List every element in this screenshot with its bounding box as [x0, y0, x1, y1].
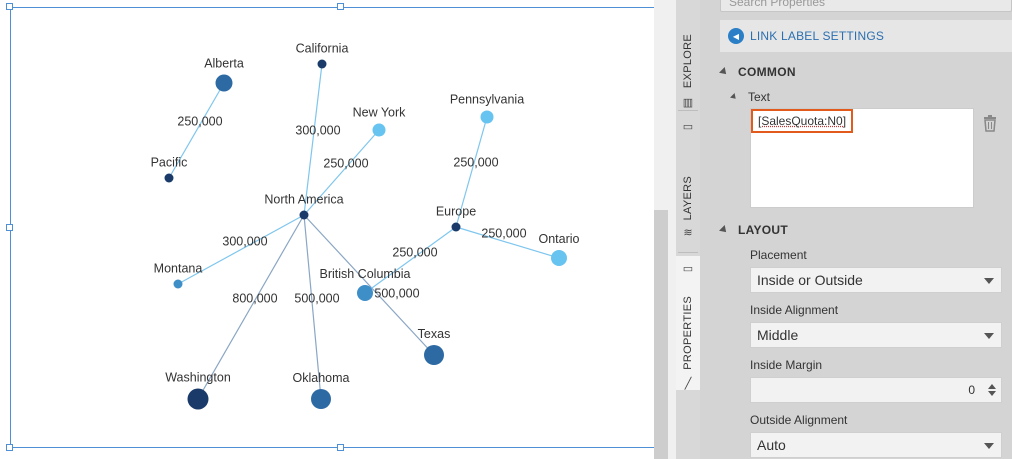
node-europe[interactable]	[451, 222, 461, 232]
link-label[interactable]: 250,000	[453, 155, 498, 169]
link-label[interactable]: 250,000	[177, 114, 222, 128]
node-britishcolumbia[interactable]	[357, 285, 373, 301]
outside-alignment-value: Auto	[757, 437, 786, 453]
node-label-oklahoma: Oklahoma	[293, 371, 350, 385]
node-label-alberta: Alberta	[204, 57, 244, 71]
placement-label: Placement	[750, 248, 807, 262]
node-oklahoma[interactable]	[311, 389, 331, 409]
section-layout-label: LAYOUT	[738, 223, 789, 237]
link-label[interactable]: 250,000	[323, 156, 368, 170]
collapse-triangle-icon	[719, 225, 729, 235]
inside-margin-stepper[interactable]: 0	[750, 377, 1002, 403]
inside-alignment-label: Inside Alignment	[750, 303, 839, 317]
link-line[interactable]	[364, 226, 457, 294]
node-label-california: California	[296, 42, 349, 56]
collapse-triangle-icon	[730, 93, 738, 101]
inside-margin-label: Inside Margin	[750, 358, 823, 372]
outside-alignment-select[interactable]: Auto	[750, 432, 1002, 458]
text-property-label: Text	[748, 90, 771, 104]
node-washington[interactable]	[187, 388, 209, 410]
node-label-europe: Europe	[436, 205, 476, 219]
trash-icon[interactable]	[982, 114, 998, 132]
placement-select[interactable]: Inside or Outside	[750, 267, 1002, 293]
properties-panel: Search Properties ◀ LINK LABEL SETTINGS …	[700, 0, 1012, 459]
tab-properties-label: PROPERTIES	[682, 296, 694, 370]
back-button-label: LINK LABEL SETTINGS	[750, 29, 885, 43]
node-pennsylvania[interactable]	[480, 110, 494, 124]
tab-layers-label: LAYERS	[682, 176, 694, 221]
tab-explore-label: EXPLORE	[682, 34, 694, 89]
network-canvas[interactable]: 250,000 300,000 250,000 300,000 800,000 500,0…	[0, 0, 654, 459]
back-button[interactable]: ◀ LINK LABEL SETTINGS	[720, 20, 1012, 52]
text-group-header[interactable]: Text	[730, 90, 770, 104]
inside-margin-value: 0	[968, 383, 975, 397]
node-label-pennsylvania: Pennsylvania	[450, 93, 524, 107]
node-label-pacific: Pacific	[151, 156, 188, 170]
tab-layers[interactable]: ▭ LAYERS ≋	[676, 116, 700, 250]
link-label[interactable]: 300,000	[222, 234, 267, 248]
tab-properties[interactable]: ▭ PROPERTIES ╱	[676, 256, 700, 390]
node-label-newyork: New York	[353, 106, 407, 120]
node-california[interactable]	[317, 59, 327, 69]
link-label[interactable]: 800,000	[232, 291, 277, 305]
node-label-texas: Texas	[418, 327, 451, 341]
chevron-down-icon	[984, 278, 994, 284]
link-line[interactable]	[303, 214, 435, 356]
chevron-down-icon	[984, 443, 994, 449]
node-pacific[interactable]	[164, 173, 174, 183]
node-label-britishcolumbia: British Columbia	[319, 267, 410, 281]
chevron-left-icon: ◀	[728, 28, 744, 44]
panel-gap	[668, 0, 676, 459]
text-expression-editor[interactable]: [SalesQuota:N0]	[750, 108, 974, 208]
placement-value: Inside or Outside	[757, 272, 863, 288]
link-label[interactable]: 250,000	[392, 245, 437, 259]
node-label-montana: Montana	[154, 262, 203, 276]
inside-alignment-select[interactable]: Middle	[750, 322, 1002, 348]
panel-icon: ▭	[682, 120, 694, 133]
tab-explore[interactable]: EXPLORE ▥	[676, 0, 700, 109]
link-label[interactable]: 500,000	[294, 291, 339, 305]
link-label[interactable]: 300,000	[295, 123, 340, 137]
tab-divider	[678, 110, 698, 111]
section-common-header[interactable]: COMMON	[719, 65, 796, 79]
panel-icon: ▭	[682, 262, 694, 275]
node-label-ontario: Ontario	[539, 232, 580, 246]
text-expression-token[interactable]: [SalesQuota:N0]	[751, 109, 854, 133]
scrollbar-thumb[interactable]	[654, 210, 668, 459]
explore-icon: ▥	[682, 96, 694, 109]
section-layout-header[interactable]: LAYOUT	[719, 223, 789, 237]
canvas-scrollbar[interactable]	[654, 0, 668, 459]
link-label[interactable]: 500,000	[374, 286, 419, 300]
node-montana[interactable]	[173, 279, 183, 289]
brush-icon: ╱	[684, 378, 692, 391]
node-label-northamerica: North America	[264, 193, 343, 207]
outside-alignment-label: Outside Alignment	[750, 413, 848, 427]
node-newyork[interactable]	[372, 123, 386, 137]
section-common-label: COMMON	[738, 65, 796, 79]
tab-divider	[678, 252, 698, 253]
link-label[interactable]: 250,000	[481, 226, 526, 240]
node-northamerica[interactable]	[299, 210, 309, 220]
side-tab-strip: EXPLORE ▥ ▭ LAYERS ≋ ▭ PROPERTIES ╱	[676, 0, 700, 459]
node-label-washington: Washington	[165, 371, 231, 385]
node-alberta[interactable]	[215, 74, 233, 92]
stepper-arrows-icon[interactable]	[983, 378, 1001, 402]
layers-icon: ≋	[683, 226, 693, 239]
inside-alignment-value: Middle	[757, 327, 799, 343]
chevron-down-icon	[984, 333, 994, 339]
node-texas[interactable]	[424, 345, 444, 365]
search-properties-input[interactable]: Search Properties	[720, 0, 1012, 12]
node-ontario[interactable]	[551, 250, 567, 266]
network-diagram: 250,000 300,000 250,000 300,000 800,000 500,0…	[151, 42, 580, 410]
collapse-triangle-icon	[719, 67, 729, 77]
